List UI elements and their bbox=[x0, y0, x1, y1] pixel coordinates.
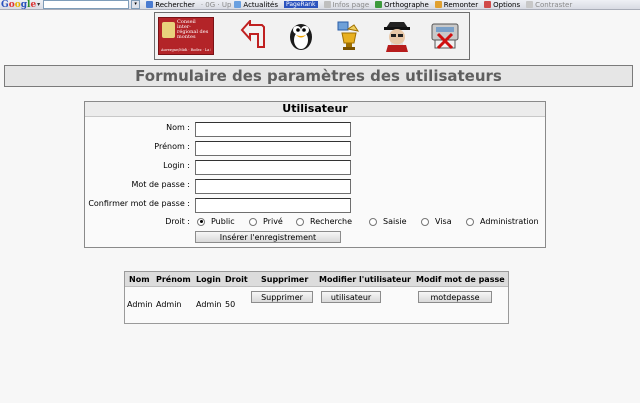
spellcheck-icon bbox=[375, 1, 383, 8]
toolbar-item-label: Rechercher bbox=[155, 0, 195, 9]
toolbar-search-input[interactable] bbox=[43, 0, 130, 9]
confirm-password-label: Confirmer mot de passe : bbox=[88, 199, 190, 208]
radio-recherche[interactable]: Recherche bbox=[296, 217, 352, 226]
toolbar-up-button[interactable]: Remonter bbox=[434, 0, 479, 9]
droit-radio-group: Public Privé Recherche Saisie Visa Admin… bbox=[197, 217, 547, 229]
radio-dot-selected[interactable] bbox=[197, 217, 205, 226]
cell-nom: Admin bbox=[127, 300, 153, 309]
password-label: Mot de passe : bbox=[131, 180, 191, 189]
login-field[interactable] bbox=[195, 160, 351, 175]
toolbar-options-button[interactable]: Options bbox=[484, 1, 520, 9]
cell-login: Admin bbox=[196, 300, 222, 309]
cell-prenom: Admin bbox=[156, 300, 182, 309]
radio-dot[interactable] bbox=[369, 217, 377, 226]
toolbar-spellcheck-button[interactable]: Orthographe bbox=[375, 1, 429, 9]
delete-user-button[interactable]: Supprimer bbox=[251, 291, 313, 303]
toolbar-item-label: Actualités bbox=[243, 0, 278, 9]
search-dropdown-icon[interactable]: ▾ bbox=[131, 0, 141, 9]
detective-icon bbox=[384, 22, 410, 52]
google-logo[interactable]: Google bbox=[1, 0, 36, 9]
form-row-login: Login : bbox=[85, 160, 545, 175]
linux-button[interactable] bbox=[283, 17, 319, 53]
emblem-icon bbox=[162, 22, 175, 38]
header-nav: Conseil inter-régional des montes Auverg… bbox=[154, 12, 470, 60]
page-title: Formulaire des paramètres des utilisateu… bbox=[4, 65, 633, 87]
contrast-icon bbox=[526, 1, 534, 8]
radio-label: Saisie bbox=[383, 217, 407, 226]
delete-button[interactable] bbox=[427, 17, 463, 53]
toolbar-contrast-button[interactable]: Contraster bbox=[526, 1, 572, 9]
chevron-down-icon[interactable]: ▾ bbox=[37, 1, 40, 8]
radio-label: Privé bbox=[263, 217, 283, 226]
radio-saisie[interactable]: Saisie bbox=[369, 217, 407, 226]
radio-visa[interactable]: Visa bbox=[421, 217, 452, 226]
radio-label: Visa bbox=[435, 217, 452, 226]
edit-user-button[interactable]: utilisateur bbox=[321, 291, 381, 303]
form-row-prenom: Prénom : bbox=[85, 141, 545, 156]
detective-button[interactable] bbox=[379, 17, 415, 53]
confirm-password-field[interactable] bbox=[195, 198, 351, 213]
toolbar-item-label: Remonter bbox=[443, 0, 479, 9]
options-icon bbox=[484, 1, 492, 8]
form-row-password: Mot de passe : bbox=[85, 179, 545, 194]
col-prenom: Prénom bbox=[156, 275, 191, 284]
back-button[interactable] bbox=[235, 17, 271, 53]
users-table: Nom Prénom Login Droit Supprimer Modifie… bbox=[124, 271, 509, 324]
password-field[interactable] bbox=[195, 179, 351, 194]
google-toolbar: Google ▾ ▾ Rechercher · 0G · Up Actualit… bbox=[0, 0, 640, 10]
trophy-button[interactable] bbox=[331, 17, 367, 53]
toolbar-news-button[interactable]: Actualités bbox=[234, 1, 278, 9]
form-row-confirm: Confirmer mot de passe : bbox=[85, 198, 545, 213]
radio-label: Administration bbox=[480, 217, 539, 226]
toolbar-item-label: Infos page bbox=[332, 0, 370, 9]
toolbar-search-button[interactable]: Rechercher bbox=[146, 1, 195, 9]
radio-public[interactable]: Public bbox=[197, 217, 235, 226]
radio-dot[interactable] bbox=[466, 217, 474, 226]
col-modif-password: Modif mot de passe bbox=[416, 275, 505, 284]
radio-administration[interactable]: Administration bbox=[466, 217, 539, 226]
pagerank-badge: PageRank bbox=[284, 1, 318, 8]
back-arrow-icon bbox=[240, 20, 265, 48]
radio-dot[interactable] bbox=[296, 217, 304, 226]
radio-label: Recherche bbox=[310, 217, 353, 226]
prenom-label: Prénom : bbox=[154, 142, 190, 151]
search-icon bbox=[146, 1, 154, 8]
insert-record-button[interactable]: Insérer l'enregistrement bbox=[195, 231, 341, 243]
logo-caption: Auvergne/Midi · Rodez · La Salvetat bbox=[161, 48, 211, 52]
toolbar-item-label: Orthographe bbox=[384, 0, 429, 9]
change-password-button[interactable]: motdepasse bbox=[418, 291, 492, 303]
table-header: Nom Prénom Login Droit Supprimer Modifie… bbox=[125, 272, 508, 287]
radio-label: Public bbox=[211, 217, 235, 226]
cell-droit: 50 bbox=[225, 300, 236, 309]
col-nom: Nom bbox=[129, 275, 150, 284]
prenom-field[interactable] bbox=[195, 141, 351, 156]
nom-field[interactable] bbox=[195, 122, 351, 137]
nom-label: Nom : bbox=[166, 123, 190, 132]
delete-disk-icon bbox=[431, 23, 459, 50]
up-icon bbox=[434, 1, 442, 8]
toolbar-item-label: Options bbox=[493, 0, 521, 9]
toolbar-pageinfo-button[interactable]: Infos page bbox=[323, 0, 370, 9]
trophy-icon bbox=[337, 21, 360, 50]
radio-prive[interactable]: Privé bbox=[249, 217, 283, 226]
radio-dot[interactable] bbox=[249, 217, 257, 226]
form-heading: Utilisateur bbox=[85, 102, 545, 117]
council-logo[interactable]: Conseil inter-régional des montes Auverg… bbox=[158, 17, 214, 55]
toolbar-separator: · 0G · Up bbox=[200, 0, 232, 9]
col-login: Login bbox=[196, 275, 221, 284]
radio-dot[interactable] bbox=[421, 217, 429, 226]
login-label: Login : bbox=[163, 161, 190, 170]
droit-label: Droit : bbox=[165, 217, 190, 226]
logo-title: Conseil inter-régional des montes bbox=[177, 19, 209, 40]
col-modifier: Modifier l'utilisateur bbox=[319, 275, 411, 284]
news-icon bbox=[234, 1, 242, 8]
toolbar-item-label: Contraster bbox=[535, 0, 573, 9]
page-info-icon bbox=[323, 1, 331, 8]
penguin-icon bbox=[290, 24, 312, 50]
form-row-nom: Nom : bbox=[85, 122, 545, 137]
col-supprimer: Supprimer bbox=[261, 275, 309, 284]
col-droit: Droit bbox=[225, 275, 248, 284]
user-form: Utilisateur Nom : Prénom : Login : Mot d… bbox=[84, 101, 546, 248]
